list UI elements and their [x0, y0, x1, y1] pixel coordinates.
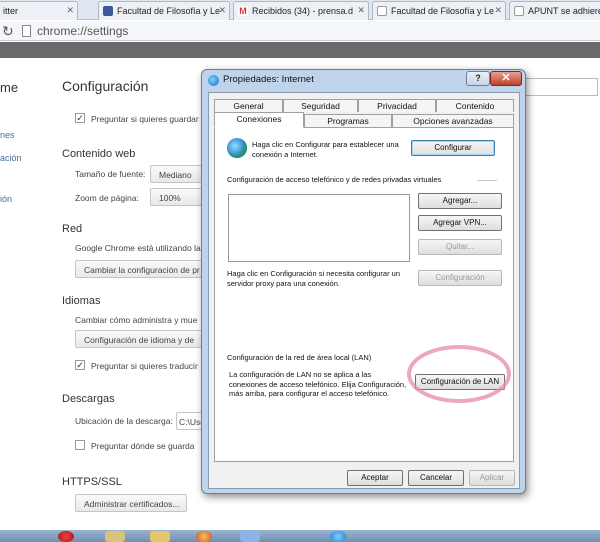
setup-text: Haga clic en Configurar para establecer … — [252, 140, 399, 159]
tab-twitter[interactable]: itter ✕ — [0, 1, 78, 20]
close-tab-icon[interactable]: ✕ — [218, 5, 226, 16]
tab-title: itter — [3, 6, 19, 16]
save-passwords-label: Preguntar si quieres guardar — [91, 114, 199, 124]
languages-text: Cambiar cómo administra y mue — [75, 315, 198, 325]
tab-strip: itter ✕ Facultad de Filosofía y Le ✕ M R… — [0, 0, 600, 20]
url-input[interactable]: chrome://settings — [37, 24, 128, 38]
tab-title: APUNT se adhiere — [528, 6, 600, 16]
sidebar-item[interactable]: nes — [0, 130, 15, 140]
network-globe-icon — [227, 138, 247, 158]
page-icon — [22, 25, 31, 37]
divider — [477, 180, 497, 181]
close-tab-icon[interactable]: ✕ — [66, 5, 74, 16]
reload-icon[interactable]: ↻ — [2, 23, 14, 40]
tab-facultad-1[interactable]: Facultad de Filosofía y Le ✕ — [98, 1, 230, 20]
languages-heading: Idiomas — [62, 295, 101, 307]
translate-checkbox[interactable]: ✓ — [75, 360, 85, 370]
document-icon — [514, 6, 524, 16]
page-title: Configuración — [62, 78, 149, 94]
gmail-icon: M — [238, 6, 248, 16]
tab-title: Facultad de Filosofía y Le — [117, 6, 221, 16]
tab-programas[interactable]: Programas — [304, 114, 392, 127]
ask-location-label: Preguntar dónde se guarda — [91, 441, 195, 451]
internet-globe-icon — [208, 75, 219, 86]
network-heading: Red — [62, 223, 83, 235]
lan-text: La configuración de LAN no se aplica a l… — [229, 370, 407, 398]
save-passwords-checkbox[interactable]: ✓ — [75, 113, 85, 123]
facebook-icon — [103, 6, 113, 16]
settings-button[interactable]: Configuración — [418, 270, 502, 286]
zoom-select[interactable]: 100% — [150, 188, 205, 206]
proxy-settings-button[interactable]: Cambiar la configuración de pr — [75, 260, 205, 278]
connections-panel: Haga clic en Configurar para establecer … — [214, 127, 514, 462]
annotation-circle — [407, 345, 511, 403]
close-tab-icon[interactable]: ✕ — [357, 5, 365, 16]
ask-location-checkbox[interactable] — [75, 440, 85, 450]
language-settings-button[interactable]: Configuración de idioma y de — [75, 330, 205, 348]
translate-label: Preguntar si quieres traducir — [91, 361, 198, 371]
tab-apunt[interactable]: APUNT se adhiere — [509, 1, 600, 20]
manage-certificates-button[interactable]: Administrar certificados... — [75, 494, 187, 512]
tab-contenido[interactable]: Contenido — [436, 99, 514, 112]
network-text: Google Chrome está utilizando la — [75, 243, 201, 253]
remove-button[interactable]: Quitar... — [418, 239, 502, 255]
tab-title: Recibidos (34) - prensa.d — [252, 6, 354, 16]
address-bar: ↻ chrome://settings — [0, 21, 600, 41]
zoom-label: Zoom de página: — [75, 193, 139, 203]
app-icon[interactable] — [240, 531, 260, 542]
sidebar-item[interactable]: ación — [0, 153, 22, 163]
ie-icon[interactable] — [330, 531, 346, 542]
help-button[interactable]: ? — [466, 71, 490, 86]
tab-seguridad[interactable]: Seguridad — [283, 99, 358, 112]
tab-gmail[interactable]: M Recibidos (34) - prensa.d ✕ — [233, 1, 369, 20]
dialog-title: Propiedades: Internet — [223, 74, 314, 85]
start-icon[interactable] — [58, 531, 74, 542]
sidebar-item[interactable]: ión — [0, 194, 12, 204]
internet-properties-dialog: Propiedades: Internet ? ✕ General Seguri… — [201, 69, 526, 494]
proxy-text: Haga clic en Configuración si necesita c… — [227, 269, 401, 288]
https-heading: HTTPS/SSL — [62, 476, 122, 488]
bookmark-bar — [0, 42, 600, 58]
web-content-heading: Contenido web — [62, 148, 136, 160]
apply-button[interactable]: Aplicar — [469, 470, 515, 486]
connections-listbox[interactable] — [228, 194, 410, 262]
tab-facultad-2[interactable]: Facultad de Filosofía y Le ✕ — [372, 1, 506, 20]
dialup-heading: Configuración de acceso telefónico y de … — [227, 175, 442, 184]
tab-general[interactable]: General — [214, 99, 283, 112]
taskbar — [0, 530, 600, 542]
ok-button[interactable]: Aceptar — [347, 470, 403, 486]
folder-icon[interactable] — [150, 531, 170, 542]
sidebar-item[interactable]: me — [0, 80, 18, 95]
chrome-icon[interactable] — [196, 531, 212, 542]
tab-title: Facultad de Filosofía y Le — [391, 6, 495, 16]
download-location-label: Ubicación de la descarga: — [75, 416, 173, 426]
lan-heading: Configuración de la red de área local (L… — [227, 353, 372, 362]
tab-opciones-avanzadas[interactable]: Opciones avanzadas — [392, 114, 514, 127]
add-button[interactable]: Agregar... — [418, 193, 502, 209]
tab-conexiones[interactable]: Conexiones — [214, 112, 304, 128]
close-tab-icon[interactable]: ✕ — [494, 5, 502, 16]
explorer-icon[interactable] — [105, 531, 125, 542]
document-icon — [377, 6, 387, 16]
cancel-button[interactable]: Cancelar — [408, 470, 464, 486]
font-size-label: Tamaño de fuente: — [75, 169, 146, 179]
tab-privacidad[interactable]: Privacidad — [358, 99, 436, 112]
font-size-select[interactable]: Mediano — [150, 165, 205, 183]
close-button[interactable]: ✕ — [490, 71, 522, 86]
dialog-body: General Seguridad Privacidad Contenido C… — [208, 92, 520, 489]
setup-button[interactable]: Configurar — [411, 140, 495, 156]
add-vpn-button[interactable]: Agregar VPN... — [418, 215, 502, 231]
downloads-heading: Descargas — [62, 393, 115, 405]
